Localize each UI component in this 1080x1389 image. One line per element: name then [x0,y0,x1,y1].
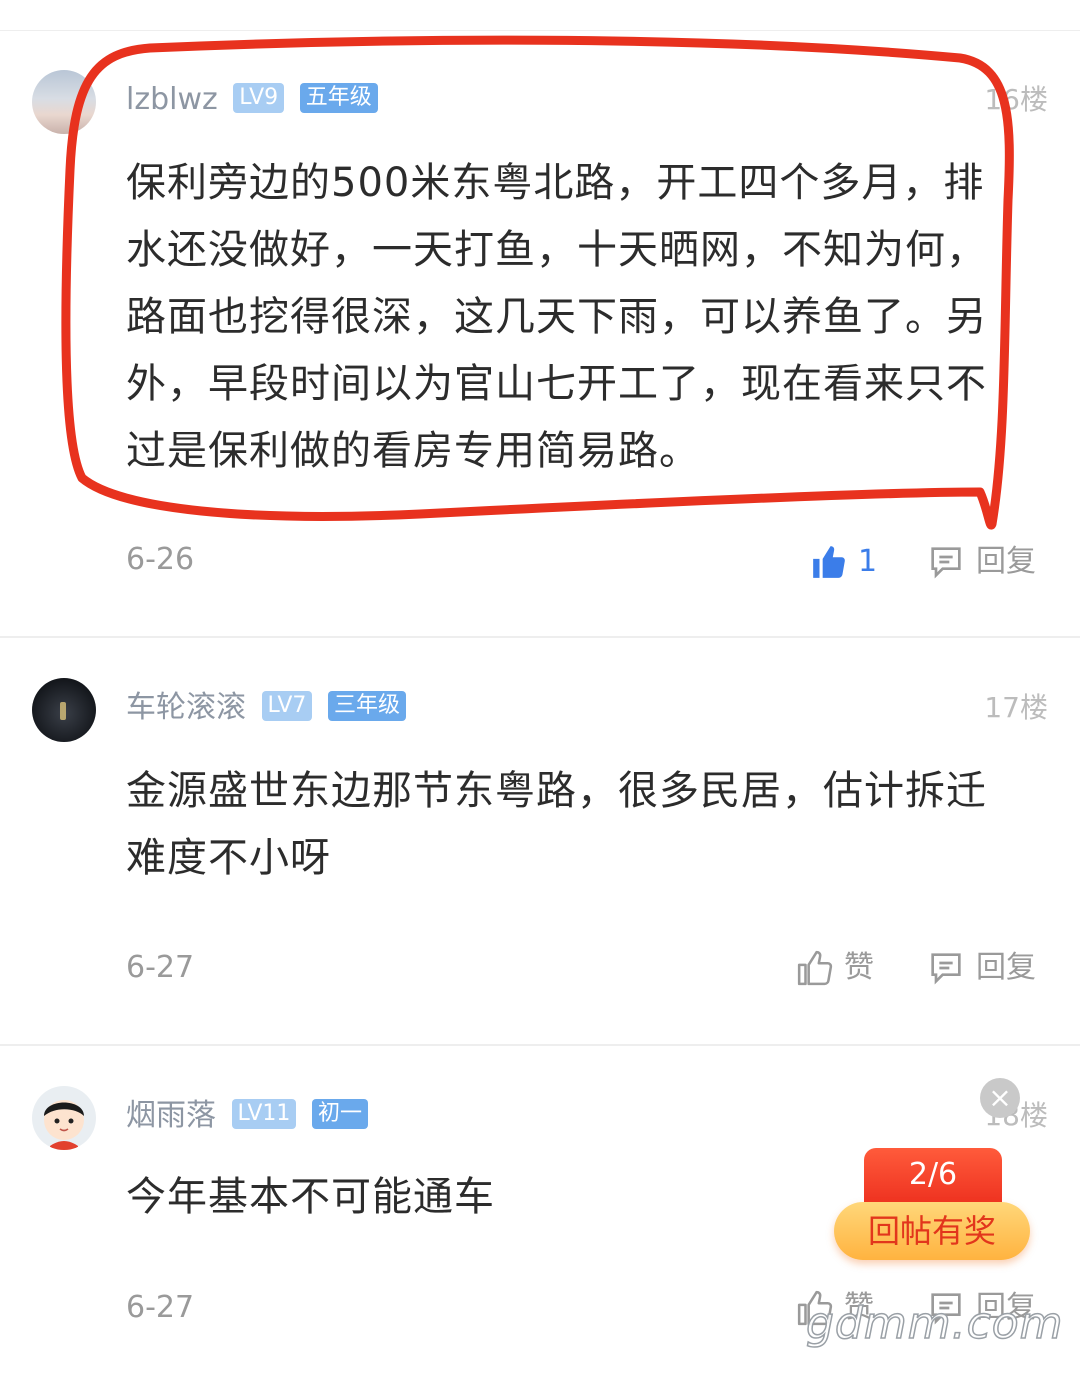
thumbs-up-outline-icon [796,949,834,987]
username[interactable]: lzblwz [126,82,218,117]
user-info: lzblwz LV9 五年级 [126,80,378,120]
post-date: 6-27 [126,1290,195,1325]
comment-bubble-icon [926,948,966,988]
thumbs-up-filled-icon [810,543,848,581]
like-label: 赞 [844,950,874,985]
close-icon[interactable]: × [980,1078,1020,1118]
post-date: 6-26 [126,542,195,577]
reply-reward-button[interactable]: 回帖有奖 [834,1202,1030,1260]
watermark: gdmm.com [805,1297,1064,1350]
reply-reward-widget[interactable]: × 2/6 回帖有奖 [834,1078,1030,1262]
comment-bubble-icon [926,542,966,582]
user-info: 烟雨落 LV11 初一 [126,1096,368,1136]
post-divider [0,636,1080,638]
reply-label: 回复 [976,544,1036,579]
post-content: 金源盛世东边那节东粤路，很多民居，估计拆迁难度不小呀 [126,768,987,881]
username[interactable]: 烟雨落 [126,1098,216,1133]
grade-badge: 三年级 [327,690,406,721]
avatar[interactable] [32,678,96,742]
post-divider [0,1044,1080,1046]
floor-number: 17楼 [984,691,1048,724]
like-button[interactable]: 1 [810,540,877,584]
reply-button[interactable]: 回复 [926,540,1036,584]
level-badge: LV7 [261,690,313,721]
post-content: 保利旁边的500米东粤北路，开工四个多月，排水还没做好，一天打鱼，十天晒网，不知… [126,160,987,474]
reward-count: 2/6 [864,1148,1002,1210]
reply-button[interactable]: 回复 [926,946,1036,990]
username[interactable]: 车轮滚滚 [126,690,246,725]
user-info: 车轮滚滚 LV7 三年级 [126,688,406,728]
post-date: 6-27 [126,950,195,985]
like-button[interactable]: 赞 [796,946,874,990]
top-divider [0,30,1080,31]
reply-label: 回复 [976,950,1036,985]
like-count: 1 [858,544,878,579]
avatar[interactable] [32,70,96,134]
level-badge: LV9 [233,82,285,113]
grade-badge: 初一 [311,1098,368,1129]
avatar[interactable] [32,1086,96,1150]
level-badge: LV11 [231,1098,297,1129]
grade-badge: 五年级 [299,82,378,113]
floor-number: 16楼 [984,83,1048,116]
